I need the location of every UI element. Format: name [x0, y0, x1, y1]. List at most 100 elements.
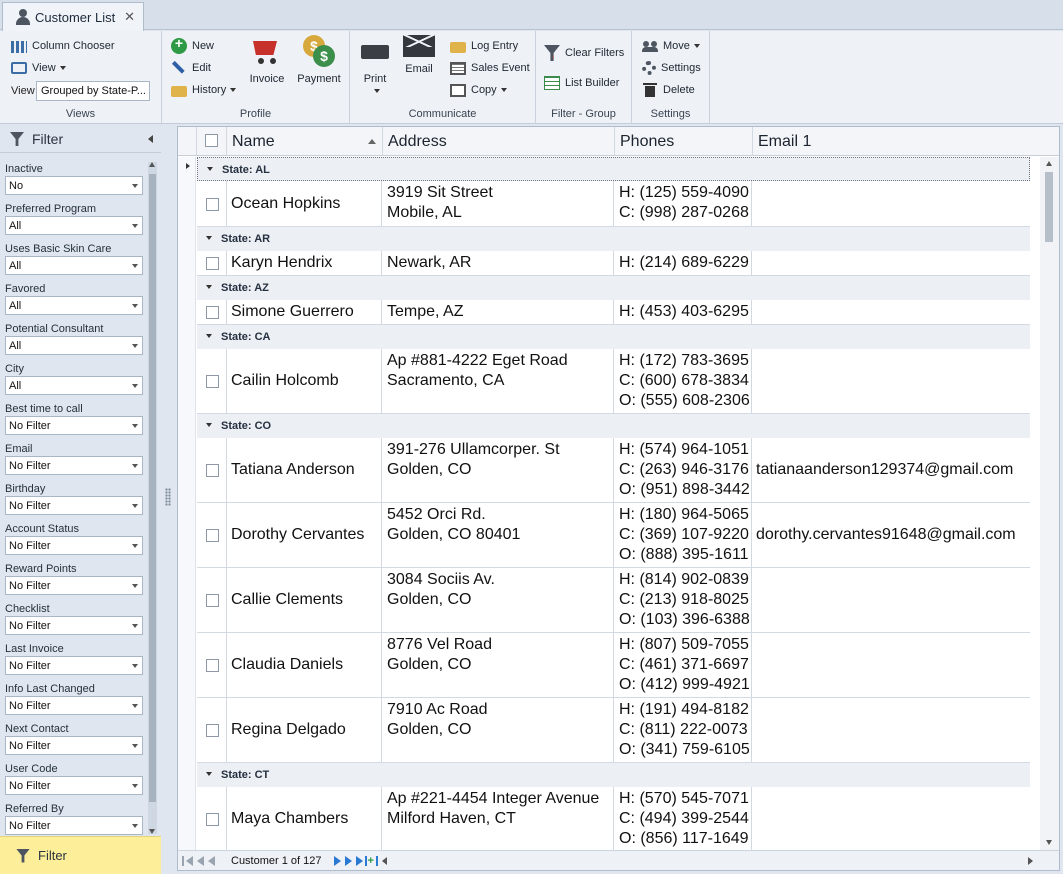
filter-toggle-button[interactable]: Filter: [0, 836, 161, 874]
name-cell[interactable]: Callie Clements: [227, 568, 382, 632]
phones-cell[interactable]: H: (125) 559-4090 C: (998) 287-0268: [614, 181, 752, 226]
email-cell[interactable]: tatianaanderson129374@gmail.com: [752, 438, 1030, 502]
email-cell[interactable]: [752, 787, 1030, 850]
table-row[interactable]: Maya Chambers Ap #221-4454 Integer Avenue…: [197, 787, 1030, 850]
prev-page-icon[interactable]: [197, 855, 204, 866]
edit-button[interactable]: Edit: [171, 59, 211, 77]
row-checkbox[interactable]: [206, 464, 219, 477]
email-cell[interactable]: [752, 251, 1030, 275]
table-row[interactable]: Cailin Holcomb Ap #881-4222 Eget Road Sacr…: [197, 349, 1030, 414]
sales-event-button[interactable]: Sales Event: [450, 59, 530, 77]
row-checkbox[interactable]: [206, 198, 219, 211]
row-checkbox[interactable]: [206, 529, 219, 542]
email-cell[interactable]: [752, 300, 1030, 324]
email-cell[interactable]: [752, 349, 1030, 413]
filter-select[interactable]: All: [5, 336, 143, 355]
select-all-checkbox[interactable]: [205, 134, 218, 147]
email-cell[interactable]: [752, 568, 1030, 632]
address-cell[interactable]: 7910 Ac Road Golden, CO: [382, 698, 614, 762]
scroll-thumb[interactable]: [1045, 172, 1053, 242]
settings-button[interactable]: Settings: [642, 59, 701, 77]
collapse-group-icon[interactable]: [206, 285, 212, 289]
filter-select[interactable]: No Filter: [5, 656, 143, 675]
name-cell[interactable]: Regina Delgado: [227, 698, 382, 762]
group-row[interactable]: State: AR: [197, 227, 1030, 251]
history-button[interactable]: History: [171, 81, 237, 99]
table-row[interactable]: Tatiana Anderson 391-276 Ullamcorper. St G…: [197, 438, 1030, 503]
next-page-icon[interactable]: [344, 855, 352, 866]
prev-record-icon[interactable]: [208, 855, 215, 866]
scroll-left-icon[interactable]: [381, 856, 387, 865]
address-cell[interactable]: Newark, AR: [382, 251, 614, 275]
row-select-cell[interactable]: [197, 251, 227, 275]
address-cell[interactable]: Ap #881-4222 Eget Road Sacramento, CA: [382, 349, 614, 413]
table-row[interactable]: Dorothy Cervantes 5452 Orci Rd. Golden, CO…: [197, 503, 1030, 568]
row-checkbox[interactable]: [206, 659, 219, 672]
phones-cell[interactable]: H: (814) 902-0839 C: (213) 918-8025 O: (10…: [614, 568, 752, 632]
row-select-cell[interactable]: [197, 438, 227, 502]
email-button[interactable]: Email: [394, 35, 444, 75]
edit-record-icon[interactable]: [375, 855, 378, 866]
close-icon[interactable]: ✕: [124, 9, 135, 25]
list-builder-button[interactable]: List Builder: [544, 74, 619, 92]
new-button[interactable]: New: [171, 35, 214, 55]
column-chooser-button[interactable]: Column Chooser: [11, 37, 115, 55]
invoice-button[interactable]: Invoice: [242, 35, 292, 85]
email-cell[interactable]: dorothy.cervantes91648@gmail.com: [752, 503, 1030, 567]
collapse-group-icon[interactable]: [206, 772, 212, 776]
name-cell[interactable]: Dorothy Cervantes: [227, 503, 382, 567]
name-cell[interactable]: Maya Chambers: [227, 787, 382, 850]
group-row[interactable]: State: CA: [197, 325, 1030, 349]
last-record-icon[interactable]: [355, 855, 363, 866]
filter-select[interactable]: No Filter: [5, 496, 143, 515]
row-checkbox[interactable]: [206, 594, 219, 607]
filter-select[interactable]: No Filter: [5, 416, 143, 435]
payment-button[interactable]: Payment: [294, 35, 344, 85]
row-select-cell[interactable]: [197, 633, 227, 697]
collapse-group-icon[interactable]: [206, 423, 212, 427]
filter-select[interactable]: All: [5, 296, 143, 315]
group-row[interactable]: State: CT: [197, 763, 1030, 787]
delete-button[interactable]: Delete: [642, 81, 695, 99]
name-cell[interactable]: Cailin Holcomb: [227, 349, 382, 413]
address-cell[interactable]: 5452 Orci Rd. Golden, CO 80401: [382, 503, 614, 567]
append-record-icon[interactable]: +: [368, 855, 375, 867]
header-select-all[interactable]: [197, 127, 227, 156]
phones-cell[interactable]: H: (191) 494-8182 C: (811) 222-0073 O: (34…: [614, 698, 752, 762]
print-button[interactable]: Print: [350, 35, 400, 97]
last-record-bar-icon[interactable]: [364, 855, 367, 866]
view-button[interactable]: View: [11, 59, 66, 77]
row-select-cell[interactable]: [197, 349, 227, 413]
filter-scrollbar[interactable]: [148, 162, 157, 834]
table-row[interactable]: Regina Delgado 7910 Ac Road Golden, CO H: (…: [197, 698, 1030, 763]
scroll-right-icon[interactable]: [1028, 857, 1033, 865]
row-select-cell[interactable]: [197, 503, 227, 567]
group-row[interactable]: State: AZ: [197, 276, 1030, 300]
panel-splitter[interactable]: [165, 488, 171, 506]
column-header-phones[interactable]: Phones: [615, 127, 753, 156]
address-cell[interactable]: 3084 Sociis Av. Golden, CO: [382, 568, 614, 632]
row-checkbox[interactable]: [206, 813, 219, 826]
first-record-arrow-icon[interactable]: [186, 855, 193, 866]
column-header-name[interactable]: Name: [227, 127, 383, 156]
next-record-icon[interactable]: [333, 855, 341, 866]
phones-cell[interactable]: H: (453) 403-6295: [614, 300, 752, 324]
scroll-down-icon[interactable]: [1046, 840, 1052, 845]
phones-cell[interactable]: H: (807) 509-7055 C: (461) 371-6697 O: (41…: [614, 633, 752, 697]
collapse-group-icon[interactable]: [207, 167, 213, 171]
view-select[interactable]: Grouped by State-P...: [36, 81, 150, 101]
address-cell[interactable]: 3919 Sit Street Mobile, AL: [382, 181, 614, 226]
phones-cell[interactable]: H: (214) 689-6229: [614, 251, 752, 275]
name-cell[interactable]: Ocean Hopkins: [227, 181, 382, 226]
filter-select[interactable]: No Filter: [5, 736, 143, 755]
group-row[interactable]: State: AL: [197, 157, 1030, 181]
filter-select[interactable]: All: [5, 256, 143, 275]
column-header-address[interactable]: Address: [383, 127, 615, 156]
tab-customer-list[interactable]: Customer List ✕: [2, 2, 144, 31]
row-checkbox[interactable]: [206, 724, 219, 737]
phones-cell[interactable]: H: (172) 783-3695 C: (600) 678-3834 O: (55…: [614, 349, 752, 413]
log-entry-button[interactable]: Log Entry: [450, 37, 518, 55]
address-cell[interactable]: 391-276 Ullamcorper. St Golden, CO: [382, 438, 614, 502]
row-select-cell[interactable]: [197, 300, 227, 324]
scroll-up-icon[interactable]: [1046, 161, 1052, 166]
